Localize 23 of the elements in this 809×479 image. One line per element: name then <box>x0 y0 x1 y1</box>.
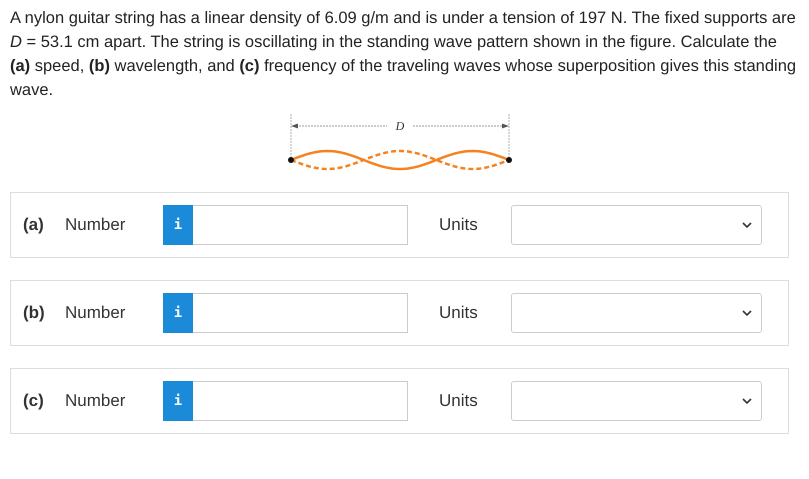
dimension-label: D <box>396 119 404 133</box>
caret-icon <box>742 310 752 316</box>
units-dropdown[interactable] <box>511 293 762 333</box>
units-dropdown[interactable] <box>511 381 762 421</box>
info-button[interactable]: i <box>163 205 193 245</box>
question-text: A nylon guitar string has a linear density of 6.09 g/m and is under a tension of 197 N. The fixed supports are D = 53.1 cm apart. The string is oscillating in the standing wave pattern shown in the figure. Calculate the (a) speed, (b) wavelength, and (c) frequency of the traveling waves whose superposition gives this standing wave. <box>10 8 798 101</box>
number-input[interactable] <box>193 381 408 421</box>
number-input[interactable] <box>193 293 408 333</box>
units-label: Units <box>439 303 479 323</box>
part-label: (c) <box>23 391 45 411</box>
info-button[interactable]: i <box>163 381 193 421</box>
number-label: Number <box>65 391 126 411</box>
part-label: (a) <box>23 215 45 235</box>
info-button[interactable]: i <box>163 293 193 333</box>
number-label: Number <box>65 303 126 323</box>
units-label: Units <box>439 391 479 411</box>
number-label: Number <box>65 215 126 235</box>
part-label: (b) <box>23 303 46 323</box>
number-input[interactable] <box>193 205 408 245</box>
caret-icon <box>742 398 752 404</box>
units-label: Units <box>439 215 479 235</box>
units-dropdown[interactable] <box>511 205 762 245</box>
caret-icon <box>742 222 752 228</box>
